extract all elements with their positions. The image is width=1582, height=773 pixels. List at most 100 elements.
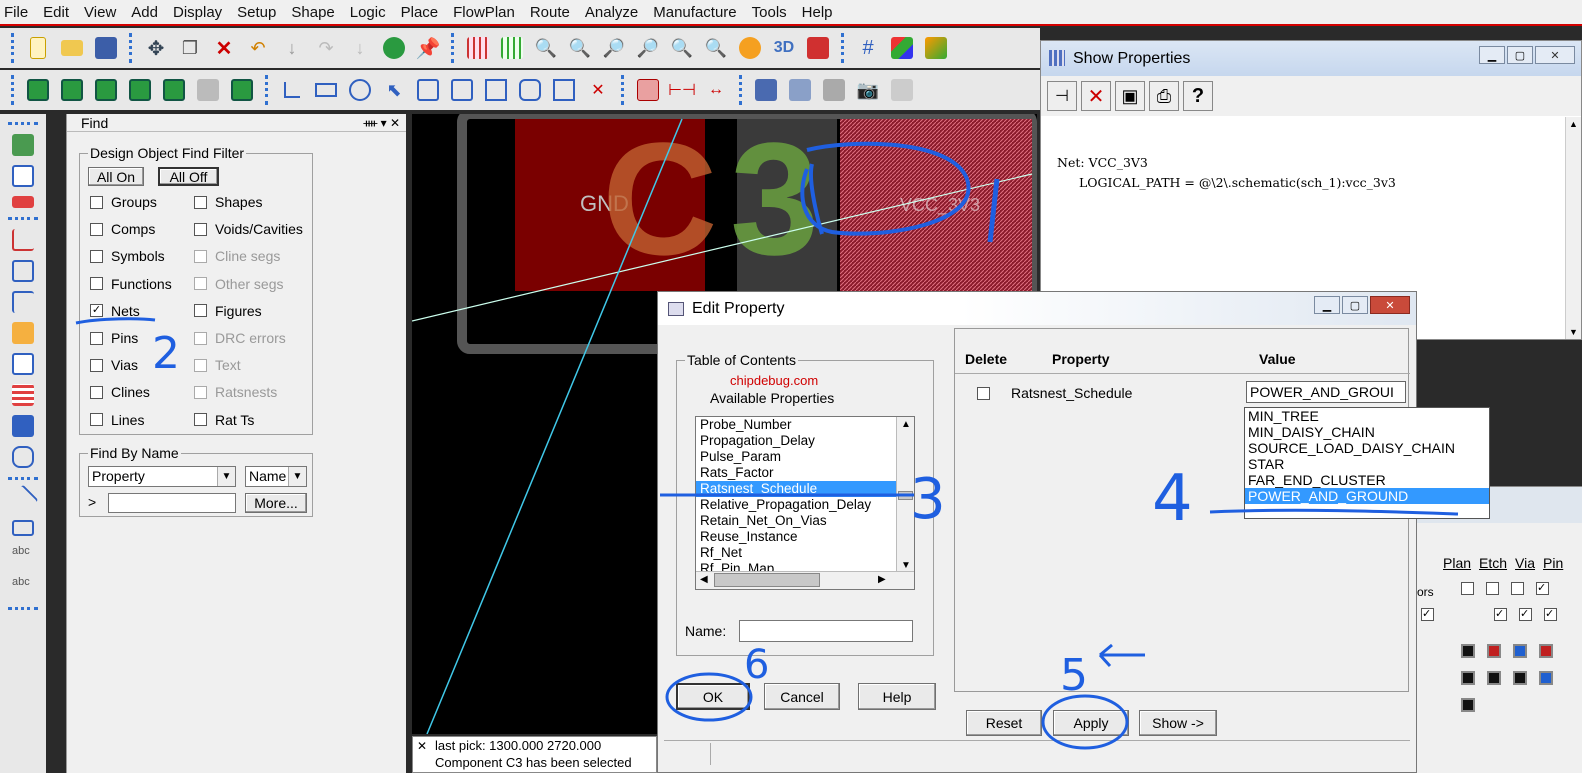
find-name-input[interactable] xyxy=(108,493,236,513)
all-on-button[interactable]: All On xyxy=(88,167,144,186)
close-icon[interactable]: ✕ xyxy=(1370,296,1410,314)
available-property-item[interactable]: Reuse_Instance xyxy=(696,529,896,545)
checkbox[interactable] xyxy=(194,304,207,318)
u1-icon[interactable] xyxy=(12,165,34,187)
checkbox[interactable] xyxy=(194,195,207,209)
grid-green-icon[interactable] xyxy=(498,34,526,62)
green-board-icon[interactable] xyxy=(126,76,154,104)
filter-checkbox-comps[interactable]: Comps xyxy=(90,221,155,237)
gray-board-icon[interactable] xyxy=(194,76,222,104)
grid-icon[interactable] xyxy=(464,34,492,62)
book-icon[interactable] xyxy=(786,76,814,104)
help-button[interactable]: Help xyxy=(858,683,936,710)
panel-controls[interactable]: ᚓ ▾ ✕ xyxy=(363,114,400,132)
available-property-item[interactable]: Probe_Number xyxy=(696,417,896,433)
filter-checkbox-nets[interactable]: ✓ Nets xyxy=(90,303,140,319)
scroll-up-icon[interactable]: ▲ xyxy=(901,419,911,430)
properties-scrollbar[interactable]: ▲ ▼ xyxy=(1565,117,1581,339)
console-close-icon[interactable]: ✕ xyxy=(417,739,427,753)
chevron-down-icon[interactable]: ▼ xyxy=(217,467,235,486)
filter-checkbox-groups[interactable]: Groups xyxy=(90,194,157,210)
show-properties-titlebar[interactable]: Show Properties ▁ ▢ ✕ xyxy=(1041,41,1581,76)
color-swatch[interactable] xyxy=(1513,644,1527,658)
color-swatch[interactable] xyxy=(1461,698,1475,712)
filter-checkbox-rat-ts[interactable]: Rat Ts xyxy=(194,412,254,428)
available-property-item[interactable]: Propagation_Delay xyxy=(696,433,896,449)
find-type-select[interactable]: Property ▼ xyxy=(88,466,236,487)
rect-icon[interactable] xyxy=(12,520,34,536)
edit-property-titlebar[interactable]: Edit Property ▁ ▢ ✕ xyxy=(658,292,1416,325)
grid-route-icon[interactable] xyxy=(12,415,34,437)
more-button[interactable]: More... xyxy=(245,493,307,513)
layer-icon[interactable] xyxy=(922,34,950,62)
zoom-center-icon[interactable]: 🔍 xyxy=(702,34,730,62)
redo-icon[interactable]: ↷ xyxy=(312,34,340,62)
menu-route[interactable]: Route xyxy=(530,4,570,21)
name-input[interactable] xyxy=(739,620,913,642)
shape-edit-icon[interactable] xyxy=(448,76,476,104)
shape-edit-icon[interactable] xyxy=(550,76,578,104)
shape-edit-icon[interactable] xyxy=(482,76,510,104)
menu-place[interactable]: Place xyxy=(401,4,439,21)
menu-add[interactable]: Add xyxy=(131,4,158,21)
maximize-icon[interactable]: ▢ xyxy=(1507,46,1533,64)
col-pin[interactable]: Pin xyxy=(1543,555,1563,571)
bus-icon[interactable] xyxy=(12,384,34,406)
list-hscrollbar[interactable]: ◀ ▶ xyxy=(696,571,914,589)
value-option[interactable]: POWER_AND_GROUND xyxy=(1245,488,1489,504)
filter-checkbox-lines[interactable]: Lines xyxy=(90,412,144,428)
close-icon[interactable]: ✕ xyxy=(1535,46,1575,64)
value-option[interactable]: FAR_END_CLUSTER xyxy=(1245,472,1489,488)
delete-checkbox[interactable] xyxy=(977,387,990,400)
line-icon[interactable] xyxy=(7,484,39,516)
available-property-item[interactable]: Ratsnest_Schedule xyxy=(696,481,896,497)
scroll-thumb[interactable] xyxy=(714,573,820,587)
zoom-fit-icon[interactable]: 🔍 xyxy=(532,34,560,62)
undo-icon[interactable]: ↶ xyxy=(244,34,272,62)
corner-icon[interactable] xyxy=(278,76,306,104)
value-input[interactable]: POWER_AND_GROUI xyxy=(1246,381,1406,403)
3d-view-icon[interactable]: 3D xyxy=(770,34,798,62)
available-property-item[interactable]: Rats_Factor xyxy=(696,465,896,481)
scroll-right-icon[interactable]: ▶ xyxy=(878,574,886,585)
minimize-icon[interactable]: ▁ xyxy=(1479,46,1505,64)
circle-icon[interactable] xyxy=(346,76,374,104)
checkbox[interactable]: ✓ xyxy=(1421,608,1434,621)
filter-checkbox-voids-cavities[interactable]: Voids/Cavities xyxy=(194,221,303,237)
measure-icon[interactable]: ↔ xyxy=(702,76,730,104)
delete-icon[interactable]: ✕ xyxy=(210,34,238,62)
delete-shape-icon[interactable]: ✕ xyxy=(584,76,612,104)
menu-edit[interactable]: Edit xyxy=(43,4,69,21)
menu-view[interactable]: View xyxy=(84,4,116,21)
color-icon[interactable] xyxy=(888,34,916,62)
pin-window-icon[interactable]: ⊣ xyxy=(1047,81,1077,111)
swap-icon[interactable] xyxy=(12,196,34,208)
dimension-icon[interactable]: ⊢⊣ xyxy=(668,76,696,104)
slide-icon[interactable] xyxy=(12,260,34,282)
menu-display[interactable]: Display xyxy=(173,4,222,21)
value-option[interactable]: MIN_DAISY_CHAIN xyxy=(1245,424,1489,440)
list-vscrollbar[interactable]: ▲ ▼ xyxy=(896,417,914,573)
checkbox[interactable] xyxy=(194,413,207,427)
menu-analyze[interactable]: Analyze xyxy=(585,4,638,21)
scroll-left-icon[interactable]: ◀ xyxy=(700,574,708,585)
available-property-item[interactable]: Pulse_Param xyxy=(696,449,896,465)
shape-edit-icon[interactable] xyxy=(414,76,442,104)
color-swatch[interactable] xyxy=(1539,671,1553,685)
value-option[interactable]: MIN_TREE xyxy=(1245,408,1489,424)
down-arrow-disabled-icon[interactable]: ↓ xyxy=(346,34,374,62)
scroll-down-icon[interactable]: ▼ xyxy=(1569,327,1578,337)
filter-checkbox-vias[interactable]: Vias xyxy=(90,357,138,373)
green-board-icon[interactable] xyxy=(58,76,86,104)
place-icon[interactable] xyxy=(12,134,34,156)
checkbox[interactable]: ✓ xyxy=(1519,608,1532,621)
green-board-icon[interactable] xyxy=(228,76,256,104)
checkbox[interactable] xyxy=(90,277,103,291)
checkbox[interactable] xyxy=(90,331,103,345)
color-swatch[interactable] xyxy=(1513,671,1527,685)
color-swatch[interactable] xyxy=(1487,671,1501,685)
new-file-icon[interactable] xyxy=(24,34,52,62)
renumber-icon[interactable] xyxy=(888,76,916,104)
checkbox[interactable]: ✓ xyxy=(1494,608,1507,621)
menu-tools[interactable]: Tools xyxy=(752,4,787,21)
